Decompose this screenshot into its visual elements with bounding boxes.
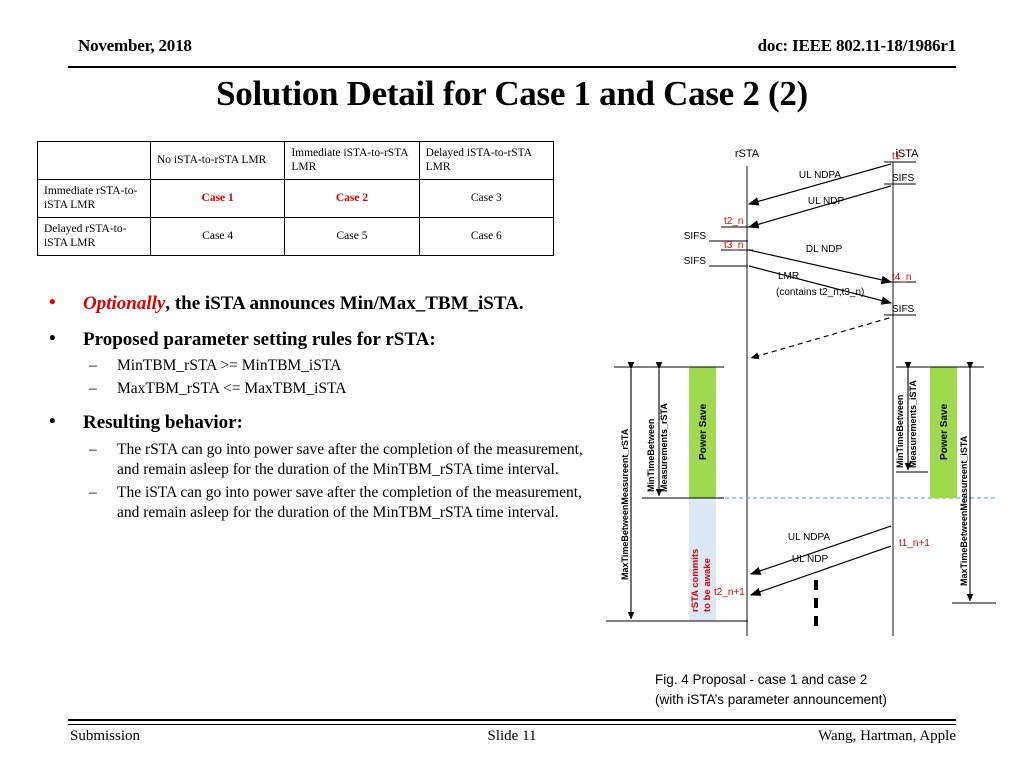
table-row: Immediate rSTA-to-iSTA LMR Case 1 Case 2… (37, 179, 555, 218)
sub-bullet-max-rule: MaxTBM_rSTA <= MaxTBM_iSTA (36, 379, 596, 400)
bullet-resulting-behavior: Resulting behavior: (36, 410, 596, 435)
sub-bullet-min-rule: MinTBM_rSTA >= MinTBM_iSTA (36, 356, 596, 377)
message-ul-ndpa-top: UL NDPA (799, 170, 842, 181)
header-date: November, 2018 (78, 36, 192, 55)
table-cell-case-3: Case 3 (418, 179, 555, 218)
bullet-proposed-rules: Proposed parameter setting rules for rST… (36, 327, 596, 352)
message-lmr: LMR (778, 271, 799, 282)
actor-label-rsta: rSTA (735, 148, 760, 160)
sub-bullet-ista-behavior: The iSTA can go into power save after th… (36, 483, 596, 524)
bullet-optionally: Optionally, the iSTA announces Min/Max_T… (36, 291, 596, 316)
sifs-label-2: SIFS (684, 231, 707, 242)
label-min-time-rsta-line1: MinTimeBetween (646, 419, 656, 492)
label-rsta-commits-line1: rSTA commits (690, 549, 701, 612)
sifs-label-4: SIFS (892, 304, 915, 315)
sifs-label-1: SIFS (892, 173, 915, 184)
timestamp-t2n: t2_n (724, 216, 743, 227)
label-min-time-ista-line2: Measurements_iSTA (908, 380, 918, 468)
header-doc-number: doc: IEEE 802.11-18/1986r1 (757, 36, 957, 55)
footer-authors: Wang, Hartman, Apple (818, 728, 956, 744)
page-title: Solution Detail for Case 1 and Case 2 (2… (216, 74, 808, 113)
figure-caption-line-2: (with iSTA’s parameter announcement) (655, 691, 887, 707)
footer-divider-top (68, 719, 956, 721)
table-cell-case-4: Case 4 (149, 217, 286, 256)
message-lmr-contains: (contains t2_n,t3_n) (776, 287, 864, 298)
table-cell-case-5: Case 5 (284, 217, 420, 256)
label-powersave-ista: Power Save (939, 403, 950, 460)
label-min-time-rsta-line2: Measurements_rSTA (659, 403, 669, 492)
timestamp-t1n1: t1_n+1 (899, 538, 930, 549)
bullet-optionally-rest: , the iSTA announces Min/Max_TBM_iSTA. (165, 293, 524, 314)
table-col-header-1: Immediate iSTA-to-rSTA LMR (284, 141, 420, 180)
table-cell-case-2: Case 2 (284, 179, 420, 218)
slide-root: November, 2018 doc: IEEE 802.11-18/1986r… (0, 0, 1024, 768)
label-min-time-ista-line1: MinTimeBetween (895, 395, 905, 468)
table-col-header-0: No iSTA-to-rSTA LMR (149, 141, 286, 180)
table-cell-case-6: Case 6 (418, 217, 555, 256)
sequence-diagram: rSTA iSTA t1 SIFS UL NDPA UL NDP t2_n SI… (596, 140, 996, 640)
sifs-label-3: SIFS (684, 256, 707, 267)
timestamp-t2n1: t2_n+1 (714, 587, 745, 598)
message-dl-ndp: DL NDP (806, 244, 843, 255)
table-corner-cell (37, 141, 151, 180)
message-ul-ndpa-bottom: UL NDPA (788, 532, 831, 543)
table-row: Delayed rSTA-to-iSTA LMR Case 4 Case 5 C… (37, 217, 555, 256)
table-header-row: No iSTA-to-rSTA LMR Immediate iSTA-to-rS… (37, 141, 555, 180)
table-col-header-2: Delayed iSTA-to-rSTA LMR (418, 141, 555, 180)
message-ul-ndp-top: UL NDP (808, 196, 845, 207)
header-divider (68, 66, 956, 68)
figure-caption: Fig. 4 Proposal - case 1 and case 2 (wit… (655, 670, 995, 709)
label-max-time-rsta: MaxTimeBetweenMeasureent_rSTA (620, 428, 630, 580)
timestamp-t1: t1 (892, 151, 901, 162)
label-max-time-ista: MaxTimeBetweenMeasureent_iSTA (959, 435, 969, 586)
table-row-header-0: Immediate rSTA-to-iSTA LMR (37, 179, 151, 218)
bullet-optionally-emphasis: Optionally (83, 293, 166, 314)
label-rsta-commits-line2: to be awake (702, 558, 713, 612)
message-ul-ndp-bottom: UL NDP (792, 554, 829, 565)
timestamp-t3n: t3_n (724, 240, 743, 251)
timestamp-t4n: t4_n (892, 272, 911, 283)
sub-bullet-rsta-behavior: The rSTA can go into power save after th… (36, 440, 596, 481)
label-powersave-rsta: Power Save (698, 403, 709, 460)
footer-divider-bottom (68, 724, 956, 725)
case-matrix-table: No iSTA-to-rSTA LMR Immediate iSTA-to-rS… (37, 141, 555, 256)
table-cell-case-1: Case 1 (149, 179, 286, 218)
figure-caption-line-1: Fig. 4 Proposal - case 1 and case 2 (655, 672, 868, 687)
bullet-list: Optionally, the iSTA announces Min/Max_T… (36, 291, 596, 526)
table-row-header-1: Delayed rSTA-to-iSTA LMR (37, 217, 151, 256)
